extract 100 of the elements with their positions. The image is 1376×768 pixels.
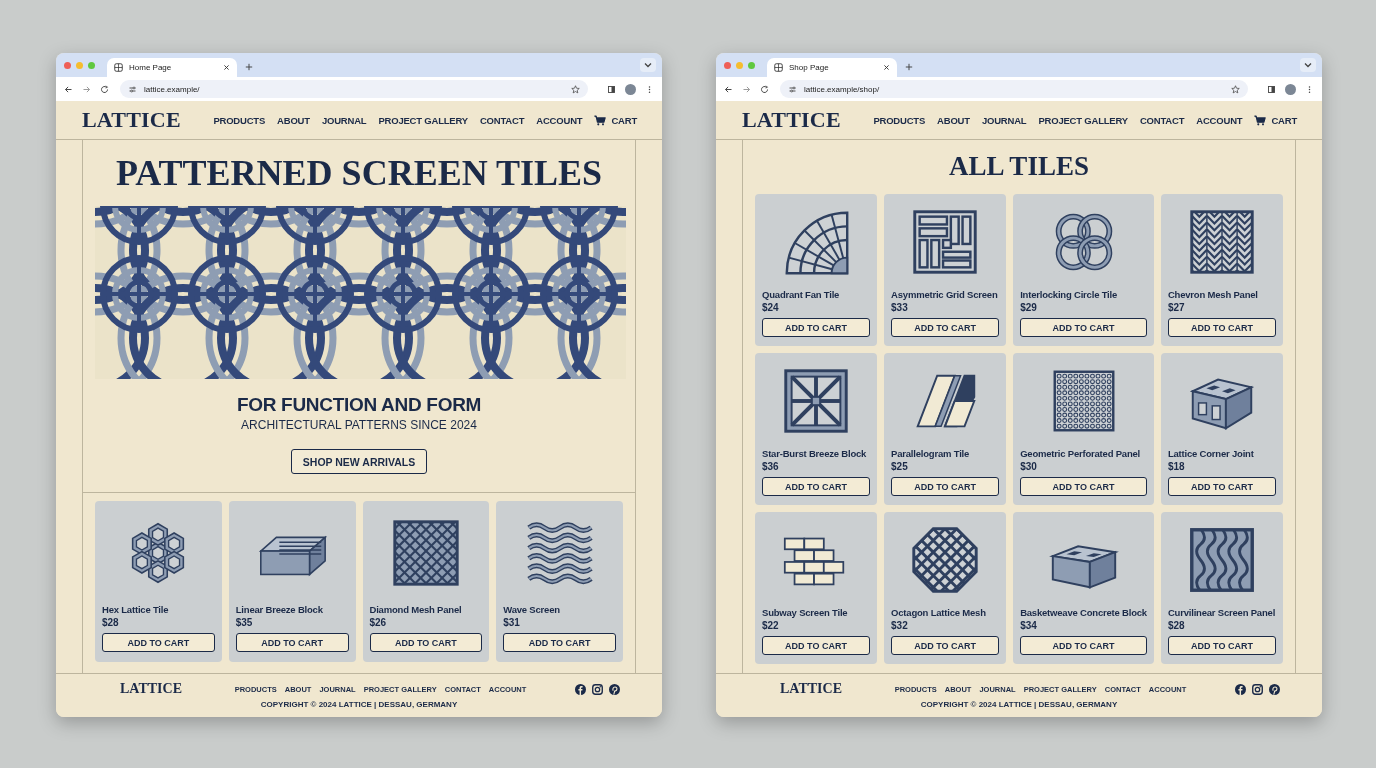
product-name: Octagon Lattice Mesh xyxy=(891,607,987,618)
site-logo[interactable]: LATTICE xyxy=(82,107,181,133)
instagram-icon[interactable] xyxy=(592,683,603,695)
close-icon[interactable] xyxy=(223,64,230,71)
nav-link[interactable]: ACCOUNT xyxy=(1196,114,1243,126)
nav-link[interactable]: JOURNAL xyxy=(321,114,367,126)
tile-favicon-icon xyxy=(114,63,123,72)
profile-avatar-icon[interactable] xyxy=(1285,83,1296,95)
product-price: $29 xyxy=(1020,302,1038,313)
product-name: Asymmetric Grid Screen xyxy=(891,289,999,300)
chevron-down-icon[interactable] xyxy=(1300,58,1316,72)
copyright-text: COPYRIGHT © 2024 LATTICE | DESSAU, GERMANY xyxy=(919,700,1119,709)
nav-link[interactable]: ACCOUNT xyxy=(536,114,583,126)
instagram-icon[interactable] xyxy=(1252,683,1263,695)
site-info-icon[interactable] xyxy=(128,84,137,94)
add-to-cart-button[interactable]: ADD TO CART xyxy=(762,318,871,337)
pinterest-icon[interactable] xyxy=(1269,683,1280,695)
close-icon[interactable] xyxy=(883,64,890,71)
product-name: Lattice Corner Joint xyxy=(1167,448,1255,459)
product-name: Curvilinear Screen Panel xyxy=(1167,607,1276,618)
product-price: $32 xyxy=(891,620,909,631)
hero-title: PATTERNED SCREEN TILES xyxy=(114,152,604,195)
add-to-cart-button[interactable]: ADD TO CART xyxy=(762,636,871,655)
product-price: $28 xyxy=(1167,620,1186,631)
cart-link[interactable]: CART xyxy=(594,114,637,126)
nav-link[interactable]: JOURNAL xyxy=(981,114,1027,126)
nav-link[interactable]: CONTACT xyxy=(1139,114,1185,126)
add-to-cart-button[interactable]: ADD TO CART xyxy=(762,477,871,496)
product-name: Basketweave Concrete Block xyxy=(1020,607,1147,618)
browser-tab[interactable]: Home Page xyxy=(107,58,237,77)
add-to-cart-button[interactable]: ADD TO CART xyxy=(891,636,1000,655)
product-price: $34 xyxy=(1020,620,1038,631)
shop-new-arrivals-button[interactable]: SHOP NEW ARRIVALS xyxy=(290,449,428,474)
product-name: Parallelogram Tile xyxy=(891,448,971,459)
star-icon[interactable] xyxy=(1231,84,1240,94)
site-info-icon[interactable] xyxy=(788,84,797,94)
new-tab-icon[interactable] xyxy=(245,63,253,71)
nav-link[interactable]: PRODUCTS xyxy=(213,114,266,126)
product-price: $24 xyxy=(762,302,780,313)
product-price: $26 xyxy=(369,617,388,628)
product-name: Diamond Mesh Panel xyxy=(369,604,463,615)
footer-logo[interactable]: LATTICE xyxy=(780,681,842,697)
browser-tab[interactable]: Shop Page xyxy=(767,58,897,77)
add-to-cart-button[interactable]: ADD TO CART xyxy=(235,633,349,652)
product-name: Wave Screen xyxy=(503,604,561,615)
cart-icon xyxy=(1254,114,1267,126)
forward-icon[interactable] xyxy=(82,84,91,94)
product-name: Star-Burst Breeze Block xyxy=(762,448,868,459)
product-name: Subway Screen Tile xyxy=(762,607,849,618)
new-tab-icon[interactable] xyxy=(905,63,913,71)
add-to-cart-button[interactable]: ADD TO CART xyxy=(891,477,1000,496)
nav-link[interactable]: PRODUCTS xyxy=(873,114,926,126)
address-bar[interactable]: lattice.example/ xyxy=(120,80,588,98)
pinterest-icon[interactable] xyxy=(609,683,620,695)
add-to-cart-button[interactable]: ADD TO CART xyxy=(1020,318,1147,337)
footer-logo[interactable]: LATTICE xyxy=(120,681,182,697)
nav-link[interactable]: ABOUT xyxy=(277,114,310,126)
product-price: $22 xyxy=(762,620,780,631)
forward-icon[interactable] xyxy=(742,84,751,94)
cart-link[interactable]: CART xyxy=(1254,114,1297,126)
tab-title: Shop Page xyxy=(789,63,830,72)
facebook-icon[interactable] xyxy=(575,683,586,695)
add-to-cart-button[interactable]: ADD TO CART xyxy=(1167,636,1276,655)
back-icon[interactable] xyxy=(724,84,733,94)
facebook-icon[interactable] xyxy=(1235,683,1246,695)
add-to-cart-button[interactable]: ADD TO CART xyxy=(1020,636,1147,655)
product-name: Geometric Perforated Panel xyxy=(1020,448,1142,459)
add-to-cart-button[interactable]: ADD TO CART xyxy=(102,633,215,652)
site-logo[interactable]: LATTICE xyxy=(742,107,841,133)
add-to-cart-button[interactable]: ADD TO CART xyxy=(369,633,483,652)
add-to-cart-button[interactable]: ADD TO CART xyxy=(1167,318,1276,337)
star-icon[interactable] xyxy=(571,84,580,94)
hero-tagline: FOR FUNCTION AND FORM xyxy=(235,393,483,417)
product-name: Hex Lattice Tile xyxy=(102,604,170,615)
tile-favicon-icon xyxy=(774,63,783,72)
address-bar[interactable]: lattice.example/shop/ xyxy=(780,80,1248,98)
chevron-down-icon[interactable] xyxy=(640,58,656,72)
tab-title: Home Page xyxy=(129,63,173,72)
reload-icon[interactable] xyxy=(100,84,109,94)
nav-link[interactable]: PROJECT GALLERY xyxy=(1038,114,1128,126)
add-to-cart-button[interactable]: ADD TO CART xyxy=(1020,477,1147,496)
side-panel-icon[interactable] xyxy=(607,84,616,94)
cart-icon xyxy=(594,114,607,126)
reload-icon[interactable] xyxy=(760,84,769,94)
nav-link[interactable]: CONTACT xyxy=(479,114,525,126)
add-to-cart-button[interactable]: ADD TO CART xyxy=(503,633,616,652)
side-panel-icon[interactable] xyxy=(1267,84,1276,94)
nav-link[interactable]: ABOUT xyxy=(937,114,970,126)
product-name: Interlocking Circle Tile xyxy=(1020,289,1119,300)
back-icon[interactable] xyxy=(64,84,73,94)
product-price: $31 xyxy=(503,617,521,628)
add-to-cart-button[interactable]: ADD TO CART xyxy=(1167,477,1276,496)
profile-avatar-icon[interactable] xyxy=(625,83,636,95)
add-to-cart-button[interactable]: ADD TO CART xyxy=(891,318,1000,337)
url-text: lattice.example/shop/ xyxy=(804,84,880,94)
product-price: $36 xyxy=(762,461,780,472)
product-price: $27 xyxy=(1167,302,1186,313)
url-text: lattice.example/ xyxy=(144,84,200,94)
product-name: Linear Breeze Block xyxy=(235,604,324,615)
nav-link[interactable]: PROJECT GALLERY xyxy=(378,114,468,126)
